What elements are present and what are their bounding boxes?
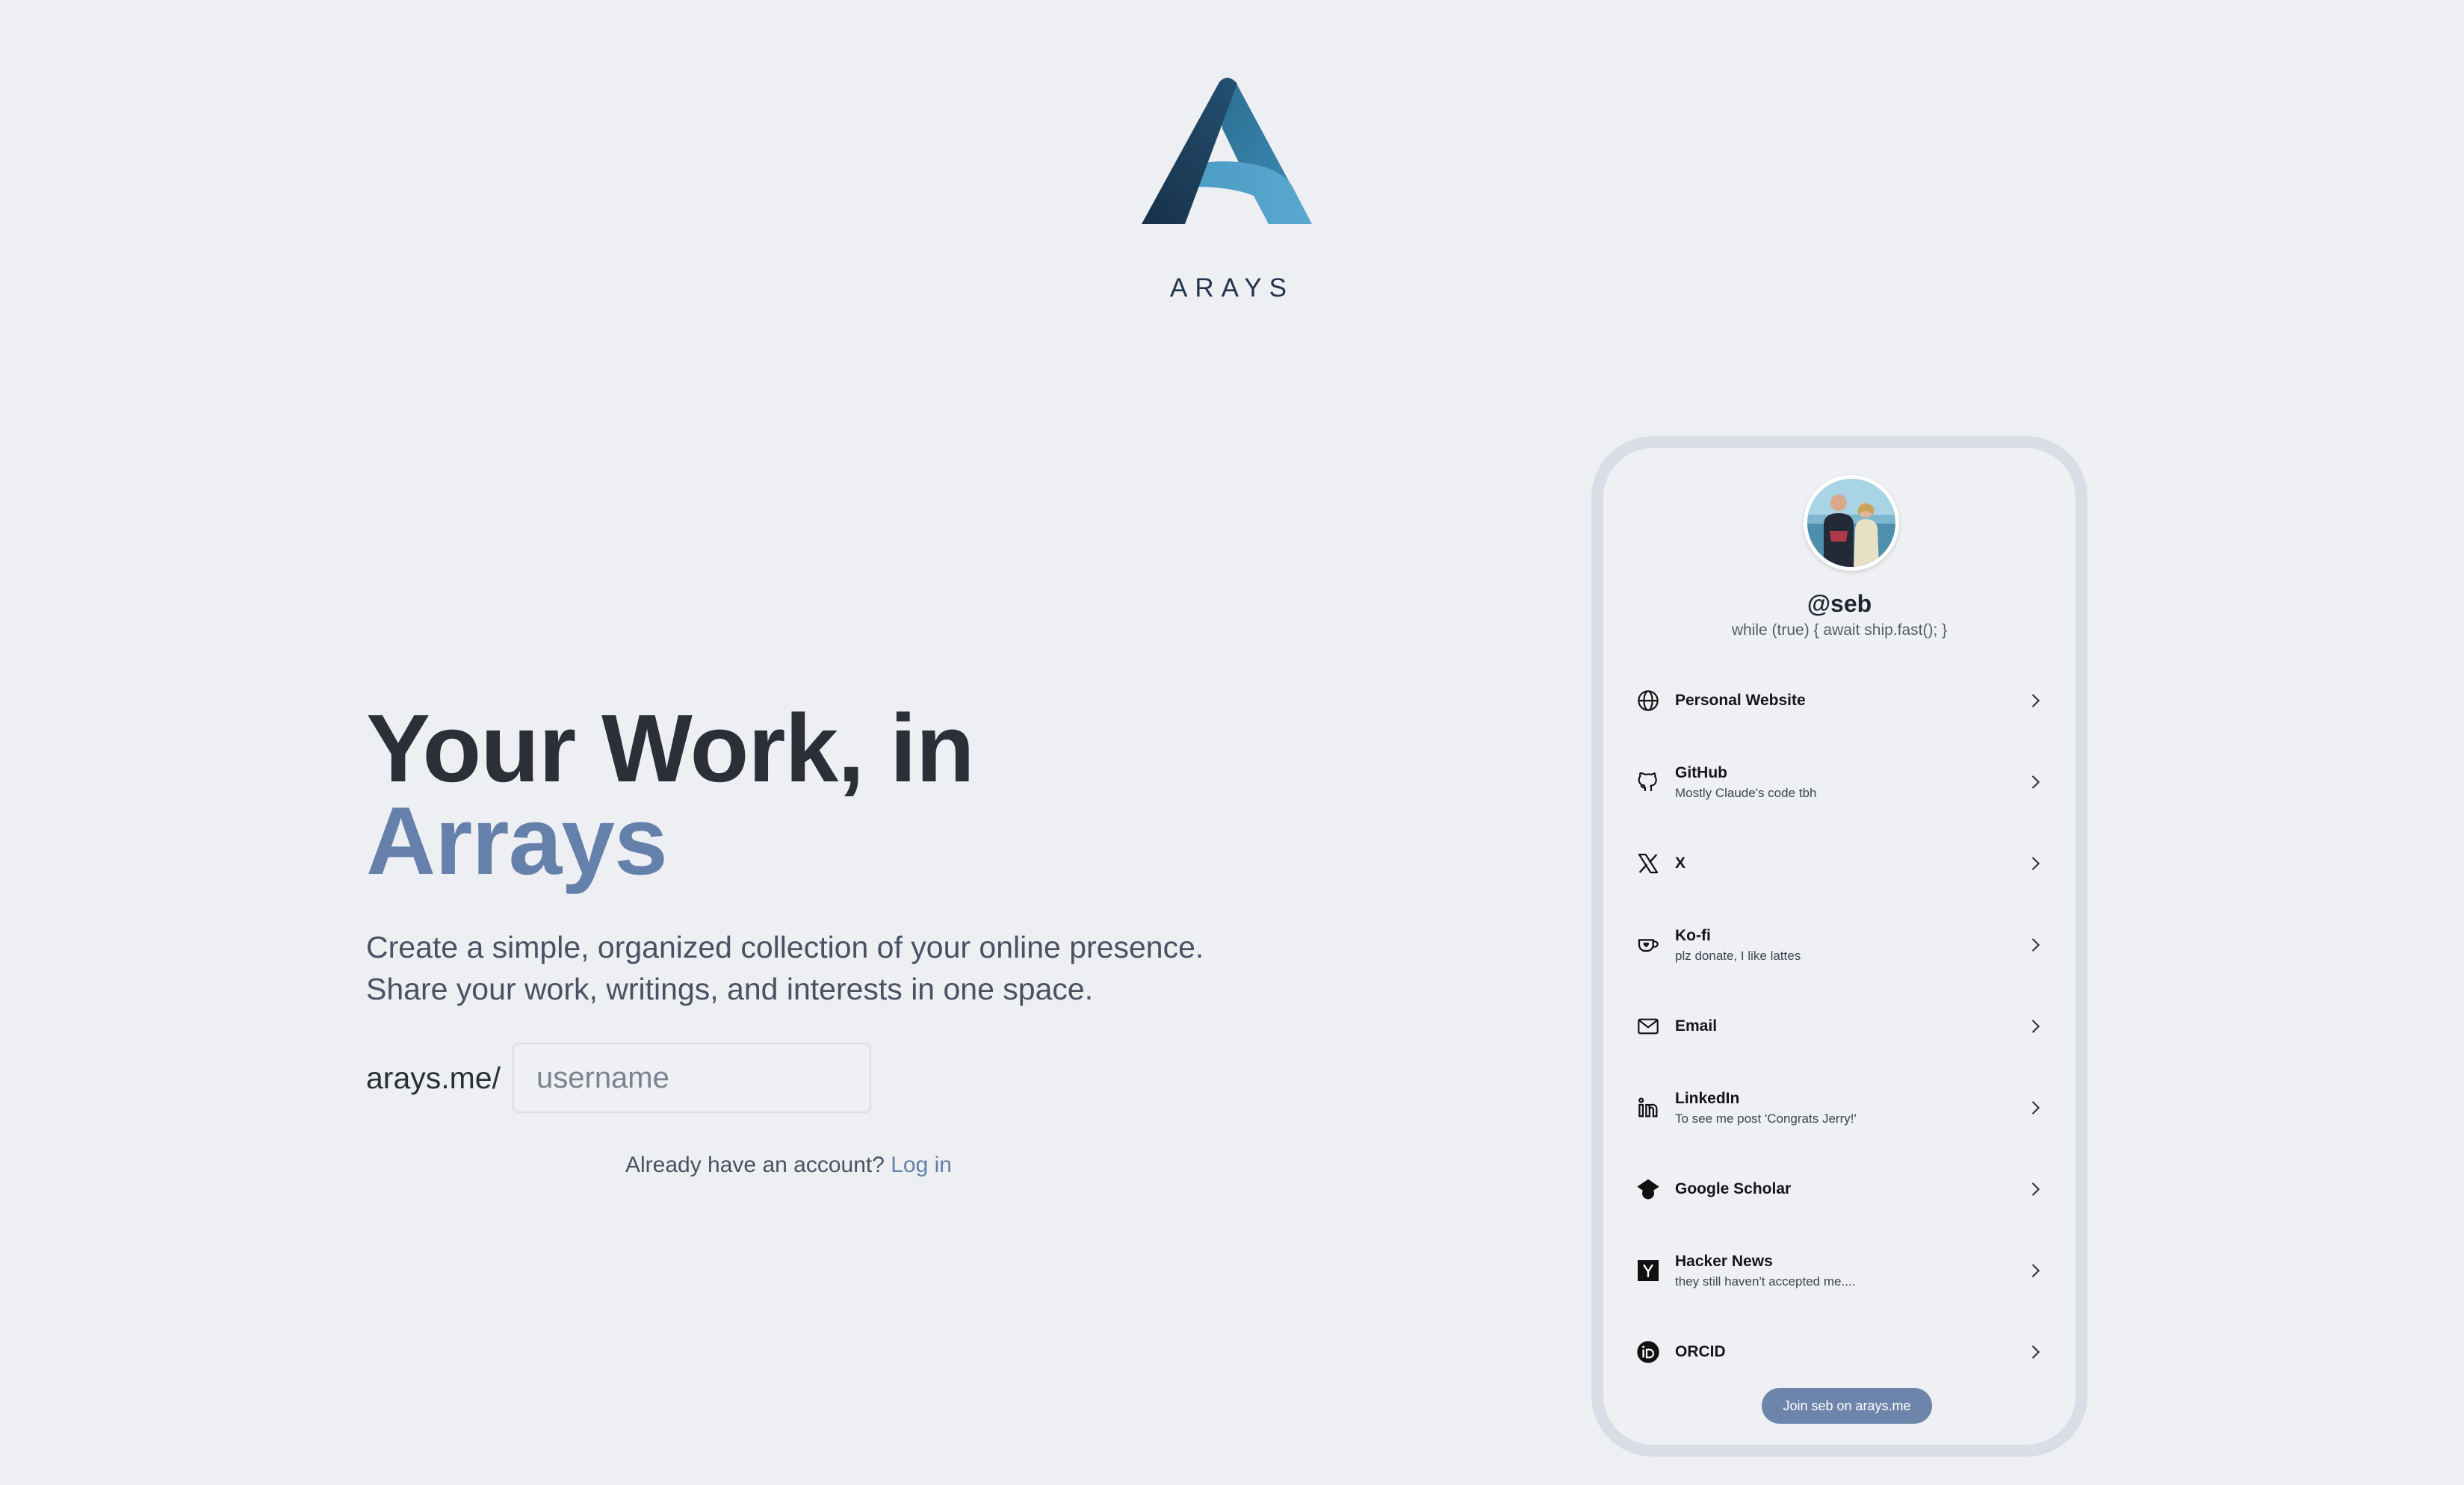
hacker-news-icon	[1633, 1256, 1663, 1286]
login-link[interactable]: Log in	[891, 1153, 952, 1177]
link-item-github[interactable]: GitHub Mostly Claude's code tbh	[1633, 746, 2046, 818]
link-item-orcid[interactable]: ORCID	[1633, 1316, 2046, 1388]
chevron-right-icon	[2025, 1097, 2046, 1118]
orcid-icon	[1633, 1337, 1663, 1367]
link-item-linkedin[interactable]: LinkedIn To see me post 'Congrats Jerry!…	[1633, 1072, 2046, 1144]
brand-wordmark: ARAYS	[1169, 273, 1295, 303]
link-title: Personal Website	[1675, 692, 1806, 709]
username-input[interactable]	[513, 1043, 871, 1113]
link-title: Email	[1675, 1017, 1718, 1035]
hero-description-line2: Share your work, writings, and interests…	[366, 972, 1094, 1006]
link-subtitle: To see me post 'Congrats Jerry!'	[1675, 1111, 1857, 1126]
link-subtitle: they still haven't accepted me....	[1675, 1274, 1856, 1289]
link-title: LinkedIn	[1675, 1089, 1740, 1107]
link-title: GitHub	[1675, 763, 1727, 781]
link-item-personal-website[interactable]: Personal Website	[1633, 665, 2046, 737]
arays-logo	[1142, 75, 1312, 224]
chevron-right-icon	[2025, 934, 2046, 955]
link-title: Hacker News	[1675, 1252, 1773, 1270]
hero-description: Create a simple, organized collection of…	[366, 926, 1248, 1010]
profile-handle: @seb	[1807, 590, 1872, 617]
link-item-email[interactable]: Email	[1633, 990, 2046, 1062]
link-item-hacker-news[interactable]: Hacker News they still haven't accepted …	[1633, 1235, 2046, 1306]
kofi-icon	[1633, 930, 1663, 960]
profile-preview-phone: @seb while (true) { await ship.fast(); }…	[1591, 436, 2087, 1457]
hero-title-line1: Your Work, in	[366, 695, 975, 802]
github-icon	[1633, 767, 1663, 797]
signup-row: arays.me/	[366, 1043, 871, 1113]
graduation-cap-icon	[1633, 1174, 1663, 1204]
chevron-right-icon	[2025, 690, 2046, 711]
mail-icon	[1633, 1011, 1663, 1041]
link-item-google-scholar[interactable]: Google Scholar	[1633, 1153, 2046, 1225]
chevron-right-icon	[2025, 1016, 2046, 1037]
chevron-right-icon	[2025, 1260, 2046, 1281]
chevron-right-icon	[2025, 772, 2046, 793]
link-title: ORCID	[1675, 1343, 1726, 1360]
chevron-right-icon	[2025, 1179, 2046, 1200]
login-prompt-row: Already have an account? Log in	[625, 1153, 952, 1178]
join-button[interactable]: Join seb on arays.me	[1762, 1388, 1932, 1424]
x-icon	[1633, 849, 1663, 878]
hero-section: Your Work, in Arrays Create a simple, or…	[366, 701, 1248, 1178]
url-prefix: arays.me/	[366, 1060, 501, 1095]
link-title: X	[1675, 855, 1686, 872]
profile-bio: while (true) { await ship.fast(); }	[1731, 621, 1948, 639]
chevron-right-icon	[2025, 1342, 2046, 1362]
link-title: Google Scholar	[1675, 1180, 1792, 1197]
hero-description-line1: Create a simple, organized collection of…	[366, 930, 1204, 964]
hero-title-accent: Arrays	[366, 787, 668, 895]
link-item-x[interactable]: X	[1633, 828, 2046, 899]
link-subtitle: Mostly Claude's code tbh	[1675, 785, 1817, 800]
login-prompt: Already have an account?	[625, 1153, 885, 1177]
chevron-right-icon	[2025, 853, 2046, 874]
globe-icon	[1633, 686, 1663, 716]
link-item-kofi[interactable]: Ko-fi plz donate, I like lattes	[1633, 909, 2046, 981]
linkedin-icon	[1633, 1093, 1663, 1123]
avatar	[1804, 475, 1899, 571]
hero-title: Your Work, in Arrays	[366, 701, 1248, 895]
link-title: Ko-fi	[1675, 926, 1711, 944]
link-subtitle: plz donate, I like lattes	[1675, 948, 1801, 963]
